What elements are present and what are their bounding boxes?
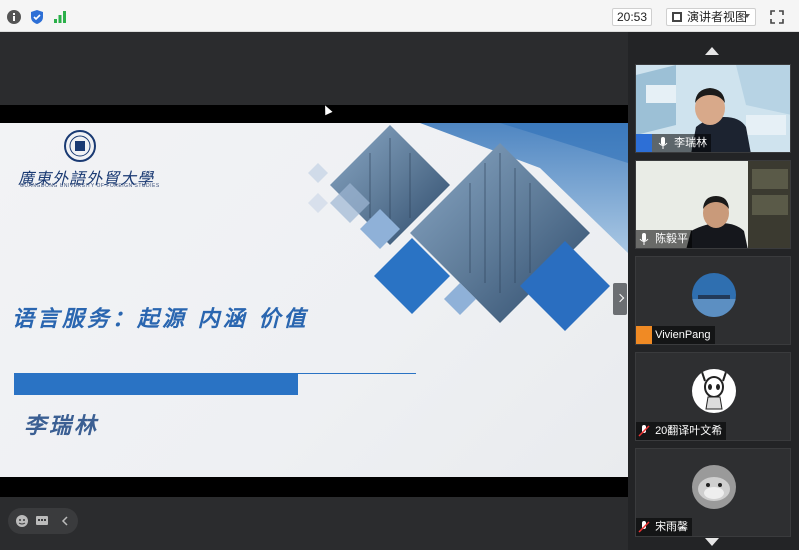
slide-title: 语言服务：起源 内涵 价值 [12,306,309,332]
slide-frame: 廣東外語外貿大學 GUANGDONG UNIVERSITY OF FOREIGN… [0,105,628,497]
chat-icon[interactable] [35,514,49,528]
info-icon[interactable] [6,9,22,25]
participant-name: VivienPang [655,329,711,341]
signal-icon[interactable] [52,9,68,25]
view-mode-dropdown[interactable]: 演讲者视图 [666,8,756,26]
participant-label: 李瑞林 [636,134,712,152]
university-emblem-icon [64,130,96,162]
university-name-en: GUANGDONG UNIVERSITY OF FOREIGN STUDIES [20,183,160,189]
participant-name: 宋雨馨 [655,521,689,533]
chevron-down-icon [744,14,750,18]
participant-name: 李瑞林 [674,137,708,149]
emoji-icon[interactable] [15,514,29,528]
slide-decoration [308,123,628,331]
mic-icon [655,134,671,152]
collapse-icon[interactable] [58,514,72,528]
view-mode-label: 演讲者视图 [687,10,748,24]
fullscreen-icon[interactable] [770,10,784,24]
presentation-slide: 廣東外語外貿大學 GUANGDONG UNIVERSITY OF FOREIGN… [0,123,628,477]
participant-tile[interactable]: 宋雨馨 [635,448,791,537]
avatar [692,369,736,413]
expand-panel-button[interactable] [613,283,627,315]
participant-tile[interactable]: 李瑞林 [635,64,791,153]
top-toolbar: 20:53 演讲者视图 [0,0,799,32]
participant-tile[interactable]: VivienPang [635,256,791,345]
mic-icon [636,230,652,248]
participant-tile[interactable]: 陈毅平 [635,160,791,249]
participant-tile[interactable]: 20翻译叶文希 [635,352,791,441]
scroll-down-icon[interactable] [705,538,719,546]
mic-muted-icon [636,422,652,440]
shared-screen-area: 廣東外語外貿大學 GUANGDONG UNIVERSITY OF FOREIGN… [0,32,628,550]
user-icon [636,326,652,344]
presenter-name: 李瑞林 [24,413,100,439]
avatar [692,273,736,317]
participant-name: 20翻译叶文希 [655,425,723,437]
shield-icon[interactable] [29,9,45,25]
mic-muted-icon [636,518,652,536]
participant-name: 陈毅平 [655,233,689,245]
bottom-toolbar [8,508,78,534]
title-underline-line [298,373,416,374]
avatar [692,465,736,509]
title-underline-bar [14,373,298,395]
scroll-up-icon[interactable] [705,47,719,55]
participant-label: VivienPang [636,326,715,344]
participant-label: 宋雨馨 [636,518,693,536]
speaker-view-icon [672,12,682,22]
participant-label: 陈毅平 [636,230,693,248]
participant-label: 20翻译叶文希 [636,422,727,440]
meeting-clock: 20:53 [612,8,652,26]
user-icon [636,134,652,152]
